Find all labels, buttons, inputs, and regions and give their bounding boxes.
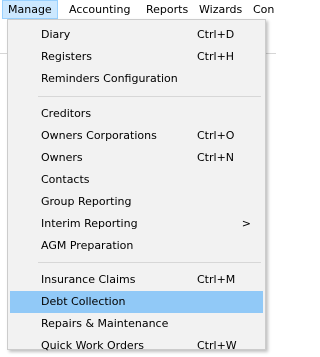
menu-item-label: Interim Reporting: [41, 217, 138, 230]
menu-item-shortcut: Ctrl+D: [197, 28, 235, 41]
manage-dropdown-menu: Diary Ctrl+D Registers Ctrl+H Reminders …: [7, 19, 266, 352]
menu-item-label: Creditors: [41, 107, 92, 120]
menu-manage[interactable]: Manage: [2, 0, 58, 19]
menu-item-registers[interactable]: Registers Ctrl+H: [10, 46, 263, 68]
menu-item-shortcut: Ctrl+H: [197, 50, 235, 63]
menu-item-interim-reporting[interactable]: Interim Reporting >: [10, 213, 263, 235]
menu-item-repairs-maintenance[interactable]: Repairs & Maintenance: [10, 313, 263, 335]
menu-item-shortcut: Ctrl+O: [197, 129, 235, 142]
menu-item-label: Insurance Claims: [41, 273, 136, 286]
menu-item-label: Reminders Configuration: [41, 72, 178, 85]
menu-item-quick-work-orders[interactable]: Quick Work Orders Ctrl+W: [10, 335, 263, 357]
menu-separator: [38, 96, 261, 97]
menu-item-label: Owners Corporations: [41, 129, 157, 142]
menu-item-diary[interactable]: Diary Ctrl+D: [10, 24, 263, 46]
menu-con[interactable]: Con: [247, 0, 280, 19]
menu-item-group-reporting[interactable]: Group Reporting: [10, 191, 263, 213]
menu-wizards[interactable]: Wizards: [193, 0, 248, 19]
menu-item-reminders-configuration[interactable]: Reminders Configuration: [10, 68, 263, 90]
menu-item-creditors[interactable]: Creditors: [10, 103, 263, 125]
menu-bar: Manage Accounting Reports Wizards Con: [0, 0, 276, 19]
menu-item-label: Owners: [41, 151, 83, 164]
menu-item-shortcut: Ctrl+M: [197, 273, 236, 286]
menu-item-label: Quick Work Orders: [41, 339, 144, 352]
menu-item-owners[interactable]: Owners Ctrl+N: [10, 147, 263, 169]
menu-item-owners-corporations[interactable]: Owners Corporations Ctrl+O: [10, 125, 263, 147]
menu-item-label: Diary: [41, 28, 71, 41]
menu-item-label: Debt Collection: [41, 295, 126, 308]
menu-item-debt-collection[interactable]: Debt Collection: [10, 291, 263, 313]
menu-item-shortcut: Ctrl+N: [197, 151, 235, 164]
menu-item-label: Group Reporting: [41, 195, 132, 208]
chevron-right-icon: >: [241, 217, 251, 230]
menu-item-agm-preparation[interactable]: AGM Preparation: [10, 235, 263, 257]
menu-item-insurance-claims[interactable]: Insurance Claims Ctrl+M: [10, 269, 263, 291]
menu-item-label: Registers: [41, 50, 93, 63]
menu-item-label: AGM Preparation: [41, 239, 134, 252]
menu-item-label: Contacts: [41, 173, 90, 186]
menu-reports[interactable]: Reports: [140, 0, 194, 19]
menu-item-shortcut: Ctrl+W: [197, 339, 237, 352]
menu-separator: [38, 262, 261, 263]
menu-accounting[interactable]: Accounting: [63, 0, 136, 19]
menu-item-label: Repairs & Maintenance: [41, 317, 169, 330]
menu-item-contacts[interactable]: Contacts: [10, 169, 263, 191]
